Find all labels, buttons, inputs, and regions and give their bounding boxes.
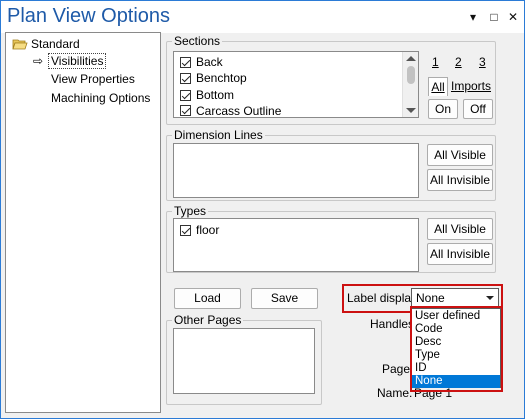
sections-scrollbar[interactable]: [402, 52, 418, 117]
list-item[interactable]: Bottom: [180, 87, 234, 103]
plan-view-options-window: Plan View Options ▾ □ ✕ Standard ⇨ Visib…: [0, 0, 525, 419]
options-tree[interactable]: Standard ⇨ Visibilities View Properties …: [5, 32, 161, 413]
load-button[interactable]: Load: [174, 288, 241, 309]
dimension-all-visible-button[interactable]: All Visible: [427, 144, 493, 166]
label-display-select[interactable]: None: [411, 288, 499, 308]
arrow-right-icon: ⇨: [33, 54, 44, 68]
save-button[interactable]: Save: [251, 288, 318, 309]
tree-item-view-properties[interactable]: View Properties: [51, 72, 135, 86]
other-pages-list[interactable]: [173, 328, 315, 394]
types-all-invisible-button[interactable]: All Invisible: [427, 243, 493, 265]
tab-2[interactable]: 2: [455, 55, 462, 69]
tree-root-standard[interactable]: Standard: [31, 37, 80, 51]
dimension-lines-title: Dimension Lines: [172, 128, 265, 142]
list-item-label: Benchtop: [196, 71, 247, 85]
checkbox-checked[interactable]: [180, 89, 191, 101]
checkbox-checked[interactable]: [180, 56, 191, 68]
types-list[interactable]: floor: [173, 218, 419, 272]
tab-3[interactable]: 3: [479, 55, 486, 69]
sections-group: Sections Back Benchtop Bottom Carcass Ou…: [166, 34, 496, 125]
tree-item-visibilities[interactable]: Visibilities: [48, 53, 107, 69]
list-item-label: Back: [196, 55, 223, 69]
maximize-icon[interactable]: □: [486, 9, 502, 25]
page-label: Page: [382, 362, 411, 376]
window-title: Plan View Options: [7, 5, 171, 27]
scroll-down-icon[interactable]: [406, 108, 416, 113]
list-item[interactable]: Carcass Outline: [180, 104, 281, 117]
off-button[interactable]: Off: [463, 99, 493, 119]
checkbox-checked[interactable]: [180, 72, 191, 84]
label-display-value: None: [416, 291, 445, 305]
list-item-label: floor: [196, 223, 220, 237]
types-all-visible-button[interactable]: All Visible: [427, 218, 493, 240]
dropdown-highlight-box: [410, 306, 503, 392]
checkbox-checked[interactable]: [180, 105, 191, 116]
other-pages-group: Other Pages: [166, 313, 322, 405]
title-bar: Plan View Options ▾ □ ✕: [1, 1, 524, 33]
close-icon[interactable]: ✕: [505, 9, 521, 25]
sections-title: Sections: [172, 34, 223, 48]
scroll-thumb[interactable]: [407, 66, 415, 84]
name-label: Name:: [377, 386, 413, 400]
list-item-label: Carcass Outline: [196, 104, 282, 117]
tab-imports[interactable]: Imports: [450, 77, 492, 96]
dimension-lines-list[interactable]: [173, 143, 419, 198]
dimension-all-invisible-button[interactable]: All Invisible: [427, 169, 493, 191]
list-item[interactable]: Back: [180, 54, 223, 70]
window-menu-dropdown-icon[interactable]: ▾: [465, 9, 481, 25]
dimension-lines-group: Dimension Lines All Visible All Invisibl…: [166, 128, 496, 201]
list-item[interactable]: Benchtop: [180, 70, 247, 86]
types-title: Types: [172, 204, 209, 218]
on-button[interactable]: On: [428, 99, 458, 119]
chevron-down-icon[interactable]: [486, 296, 494, 300]
folder-open-icon: [12, 39, 28, 50]
list-item-label: Bottom: [196, 88, 235, 102]
types-group: Types floor All Visible All Invisible: [166, 204, 496, 273]
checkbox-checked[interactable]: [180, 224, 191, 236]
tree-item-machining-options[interactable]: Machining Options: [51, 91, 150, 105]
tab-all[interactable]: All: [428, 77, 448, 96]
list-item[interactable]: floor: [180, 222, 219, 238]
other-pages-title: Other Pages: [172, 313, 244, 327]
scroll-up-icon[interactable]: [406, 56, 416, 61]
tree-item-label: Visibilities: [48, 53, 107, 69]
tab-1[interactable]: 1: [432, 55, 439, 69]
sections-list[interactable]: Back Benchtop Bottom Carcass Outline: [173, 51, 419, 118]
